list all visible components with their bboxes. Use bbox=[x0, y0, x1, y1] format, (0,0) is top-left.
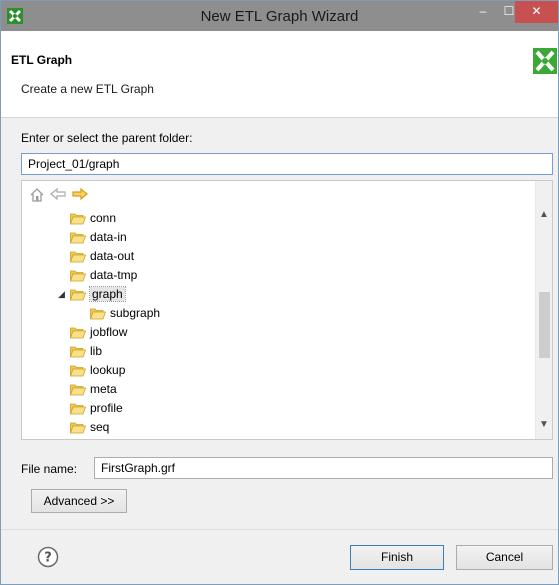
folder-open-icon bbox=[70, 365, 86, 377]
tree-item-label: data-in bbox=[90, 230, 127, 244]
folder-open-icon bbox=[70, 384, 86, 396]
wizard-window: New ETL Graph Wizard – ☐ ✕ ETL Graph Cre… bbox=[0, 0, 559, 585]
tree-item-data-in[interactable]: data-in bbox=[70, 228, 127, 247]
folder-open-icon bbox=[70, 270, 86, 282]
tree-item-jobflow[interactable]: jobflow bbox=[70, 323, 127, 342]
footer-separator bbox=[1, 529, 558, 530]
folder-tree[interactable]: conn data-in data-out data-tmp ◢ graph s… bbox=[21, 180, 553, 440]
tree-scrollbar[interactable]: ▲ ▼ bbox=[535, 181, 552, 439]
tree-item-graph[interactable]: ◢ graph bbox=[58, 285, 126, 304]
tree-item-meta[interactable]: meta bbox=[70, 380, 117, 399]
tree-item-label: lookup bbox=[90, 363, 126, 377]
scrollbar-thumb[interactable] bbox=[539, 292, 550, 358]
folder-open-icon bbox=[70, 327, 86, 339]
parent-folder-label: Enter or select the parent folder: bbox=[21, 131, 193, 145]
tree-item-label: conn bbox=[90, 211, 117, 225]
parent-folder-input[interactable] bbox=[21, 153, 553, 175]
tree-item-label: seq bbox=[90, 420, 110, 434]
tree-item-label: profile bbox=[90, 401, 123, 415]
tree-item-label: jobflow bbox=[90, 325, 128, 339]
tree-item-data-tmp[interactable]: data-tmp bbox=[70, 266, 137, 285]
tree-item-label: data-out bbox=[90, 249, 135, 263]
tree-item-label: subgraph bbox=[110, 306, 161, 320]
tree-item-label: graph bbox=[89, 286, 126, 302]
advanced-button[interactable]: Advanced >> bbox=[31, 489, 127, 513]
tree-item-label: meta bbox=[90, 382, 117, 396]
close-button[interactable]: ✕ bbox=[515, 1, 558, 23]
folder-open-icon bbox=[70, 346, 86, 358]
folder-open-icon bbox=[70, 403, 86, 415]
folder-open-icon bbox=[70, 422, 86, 434]
file-name-label: File name: bbox=[21, 462, 78, 476]
tree-item-seq[interactable]: seq bbox=[70, 418, 109, 437]
folder-open-icon bbox=[70, 251, 86, 263]
tree-item-lib[interactable]: lib bbox=[70, 342, 102, 361]
tree-item-conn[interactable]: conn bbox=[70, 209, 116, 228]
scroll-up-icon[interactable]: ▲ bbox=[539, 209, 549, 220]
help-icon[interactable]: ? bbox=[37, 546, 59, 568]
tree-item-label: data-tmp bbox=[90, 268, 138, 282]
title-bar[interactable]: New ETL Graph Wizard – ☐ ✕ bbox=[1, 1, 558, 31]
scroll-down-icon[interactable]: ▼ bbox=[539, 419, 549, 430]
folder-open-icon bbox=[70, 213, 86, 225]
minimize-button[interactable]: – bbox=[471, 1, 495, 23]
folder-open-icon bbox=[90, 308, 106, 320]
cancel-button[interactable]: Cancel bbox=[456, 545, 553, 570]
home-icon[interactable] bbox=[30, 187, 44, 205]
tree-item-subgraph[interactable]: subgraph bbox=[90, 304, 160, 323]
tree-item-lookup[interactable]: lookup bbox=[70, 361, 125, 380]
wizard-header: ETL Graph Create a new ETL Graph bbox=[1, 31, 558, 118]
tree-item-profile[interactable]: profile bbox=[70, 399, 123, 418]
page-title: ETL Graph bbox=[11, 53, 73, 67]
svg-text:?: ? bbox=[44, 551, 52, 566]
expand-triangle-icon[interactable]: ◢ bbox=[58, 285, 65, 304]
folder-open-icon bbox=[70, 232, 86, 244]
tree-item-label: lib bbox=[90, 344, 103, 358]
file-name-input[interactable] bbox=[94, 457, 553, 479]
page-description: Create a new ETL Graph bbox=[21, 82, 154, 96]
cloverdx-logo-icon bbox=[533, 48, 557, 74]
back-arrow-icon[interactable] bbox=[50, 187, 66, 204]
finish-button[interactable]: Finish bbox=[350, 545, 444, 570]
folder-open-icon bbox=[70, 289, 86, 301]
tree-item-data-out[interactable]: data-out bbox=[70, 247, 134, 266]
forward-arrow-icon[interactable] bbox=[72, 187, 88, 204]
